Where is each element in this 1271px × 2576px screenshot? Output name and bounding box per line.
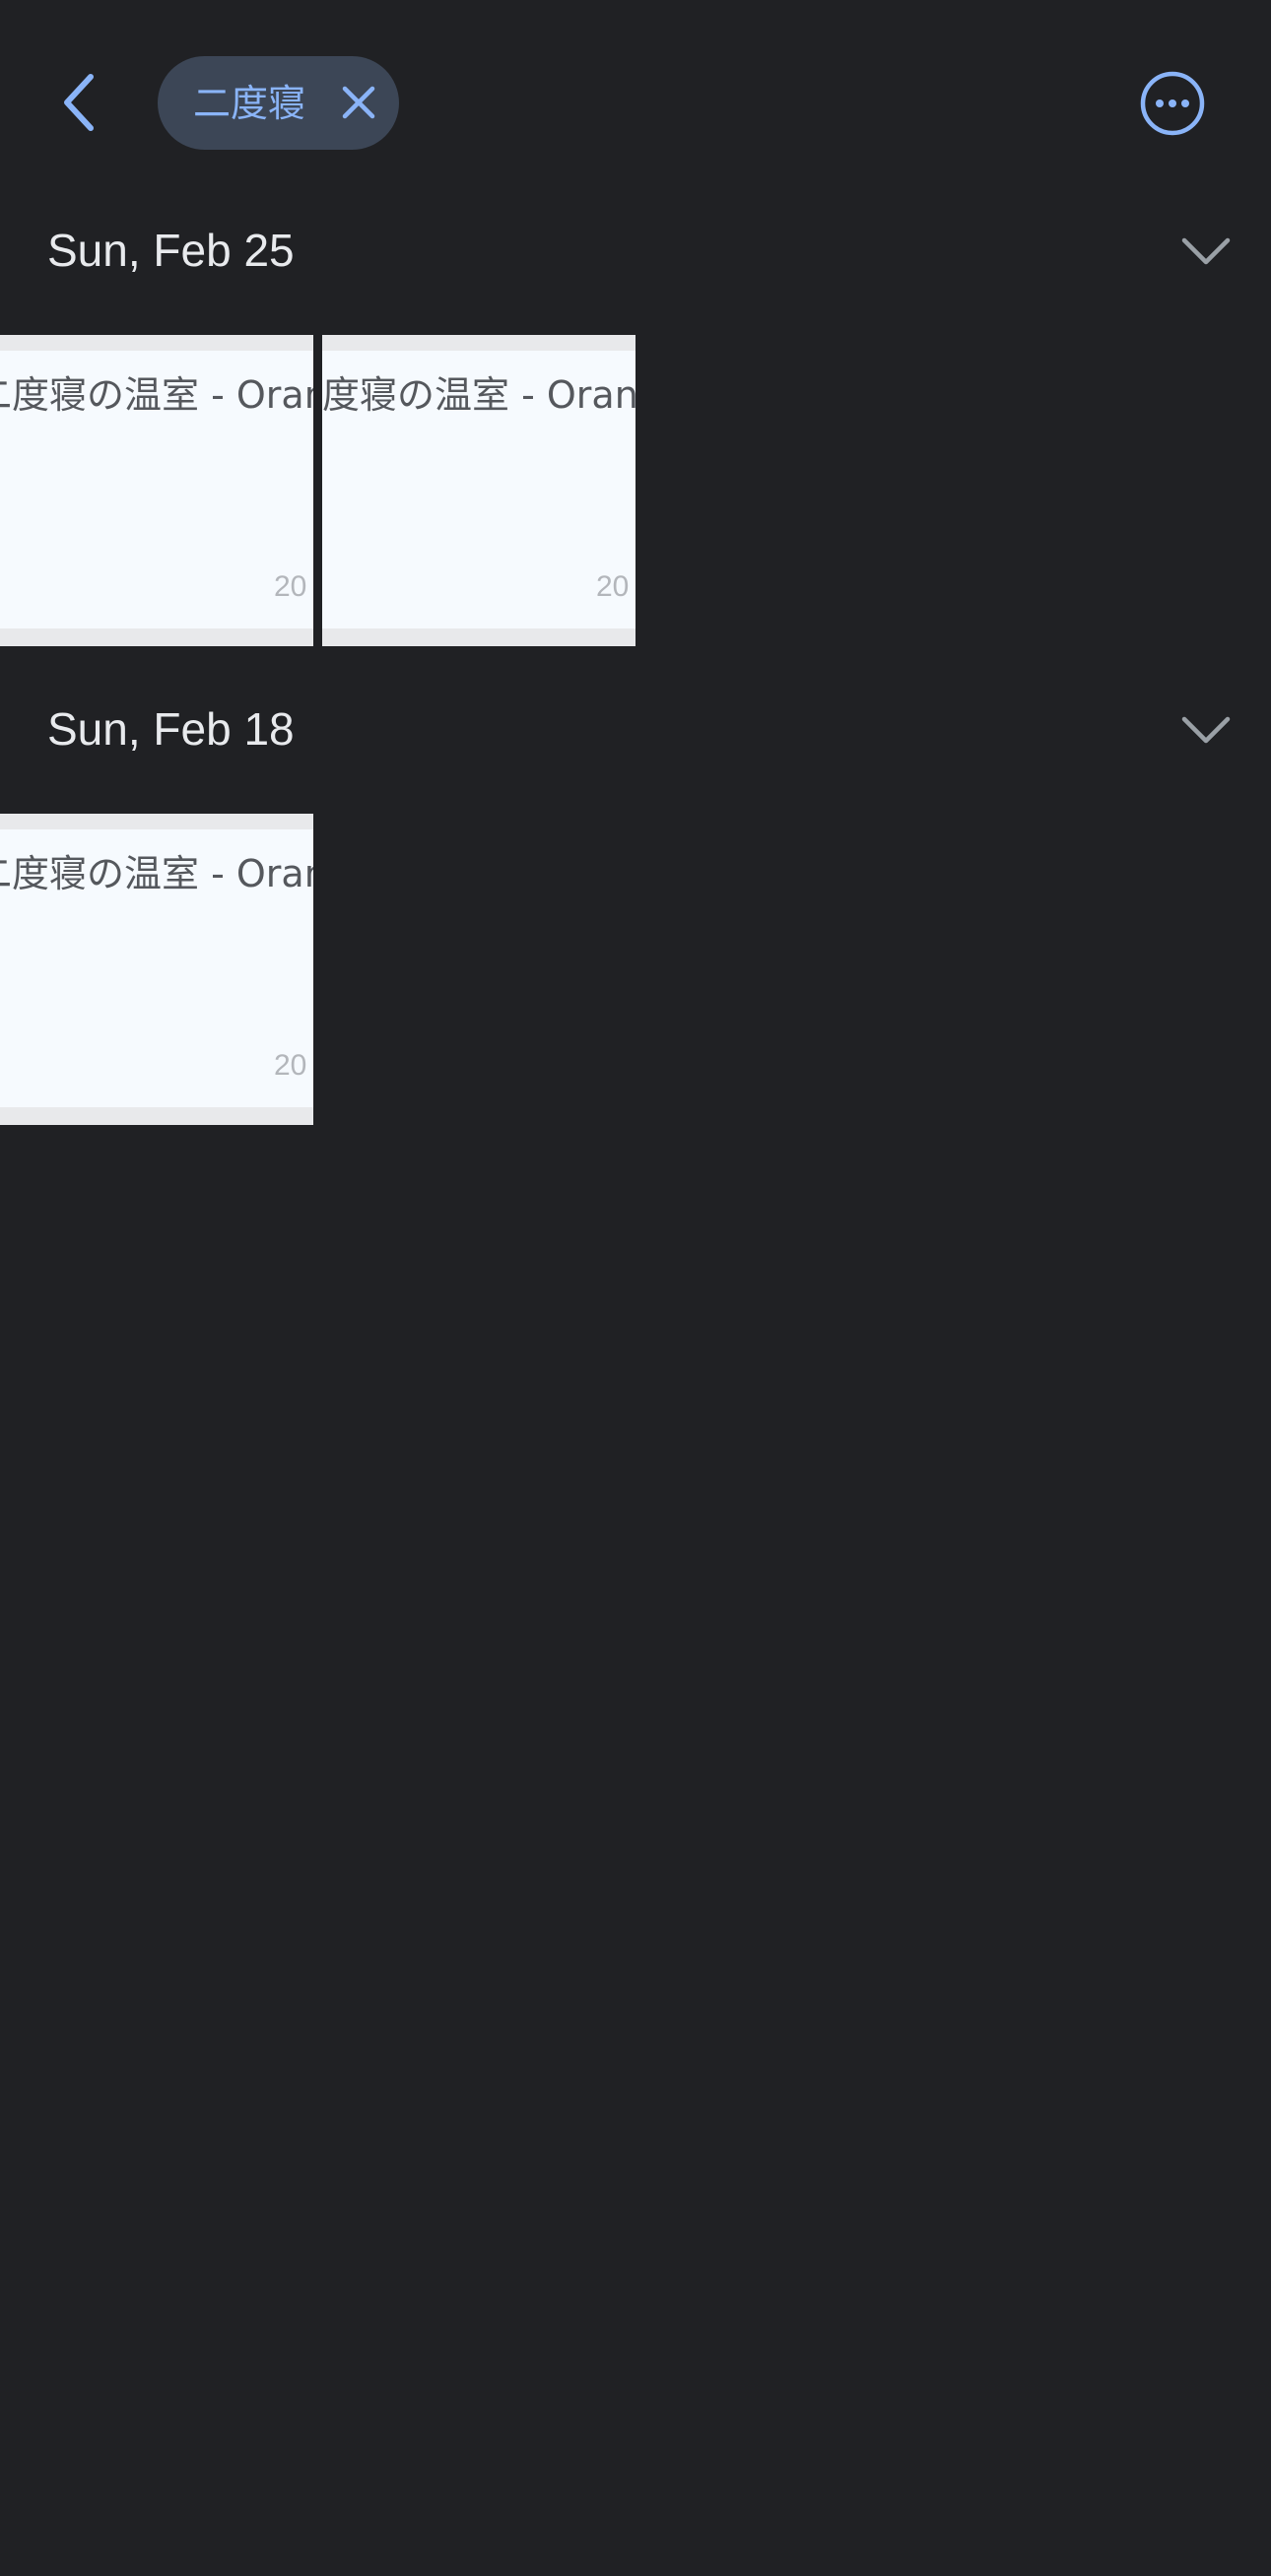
thumbnail-title: 二度寝の温室 - Orange: [0, 373, 313, 417]
section-date: Sun, Feb 25: [47, 225, 295, 276]
photo-thumbnail[interactable]: 二度寝の温室 - Orange 20: [322, 335, 636, 646]
thumbnail-year: 20: [274, 570, 307, 603]
chevron-down-icon: [1181, 716, 1231, 744]
back-button[interactable]: [49, 65, 108, 140]
close-icon: [342, 86, 375, 119]
screen: 二度寝 Sun, Feb 25 二度寝の温室 - Orange 20: [0, 0, 1271, 2576]
more-options-button[interactable]: [1139, 70, 1206, 137]
chip-close-button[interactable]: [336, 80, 381, 125]
section-date: Sun, Feb 18: [47, 703, 295, 755]
thumbnail-year: 20: [274, 1049, 307, 1082]
section-header: Sun, Feb 25: [0, 211, 1271, 290]
collapse-button[interactable]: [1178, 227, 1234, 274]
filter-chip-label: 二度寝: [193, 81, 306, 125]
photo-thumbnail[interactable]: 二度寝の温室 - Orange 20: [0, 335, 313, 646]
filter-chip[interactable]: 二度寝: [158, 56, 399, 150]
thumbnail-year: 20: [596, 570, 630, 603]
chevron-left-icon: [64, 74, 94, 131]
thumbnail-title: 二度寝の温室 - Orange: [0, 852, 313, 895]
collapse-button[interactable]: [1178, 705, 1234, 753]
thumbnail-title: 二度寝の温室 - Orange: [322, 373, 636, 417]
section-header: Sun, Feb 18: [0, 690, 1271, 768]
chevron-down-icon: [1181, 237, 1231, 265]
thumbnail-content: 二度寝の温室 - Orange 20: [0, 351, 313, 628]
more-horizontal-circle-icon: [1140, 71, 1205, 136]
photo-thumbnail[interactable]: 二度寝の温室 - Orange 20: [0, 814, 313, 1125]
thumbnail-content: 二度寝の温室 - Orange 20: [322, 351, 636, 628]
thumbnail-content: 二度寝の温室 - Orange 20: [0, 829, 313, 1107]
